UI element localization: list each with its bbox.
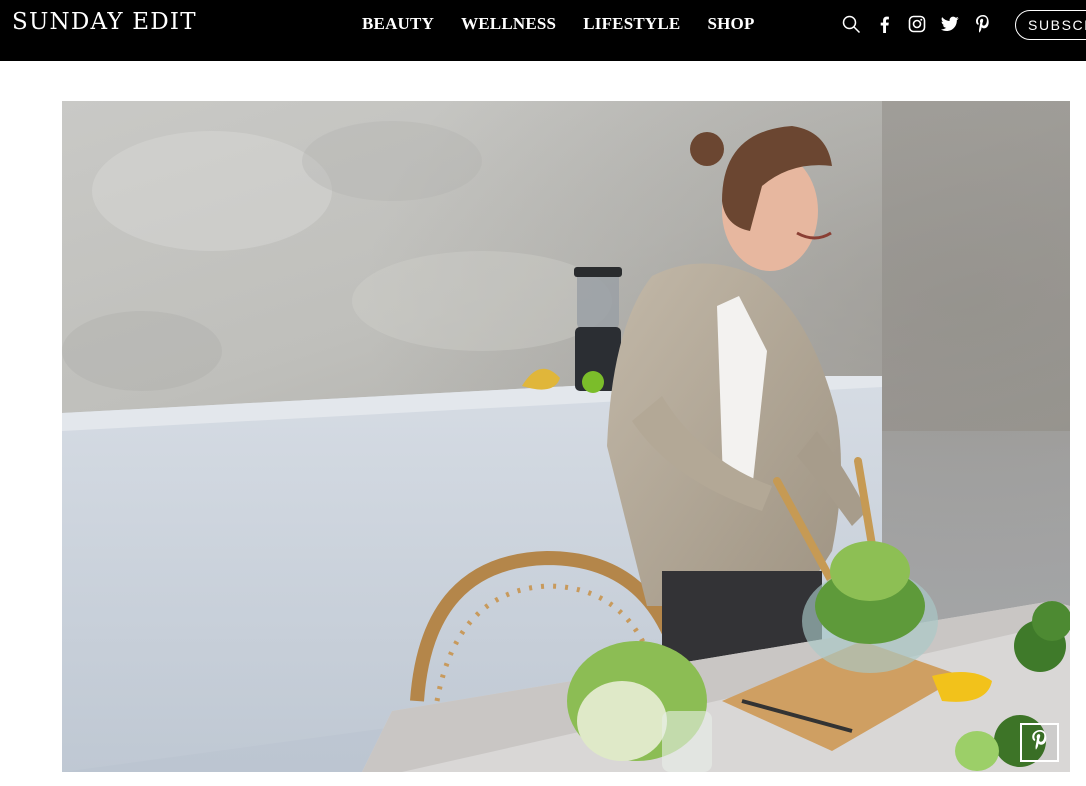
search-icon[interactable] bbox=[841, 13, 861, 35]
nav-beauty[interactable]: BEAUTY bbox=[362, 14, 434, 34]
subscribe-button[interactable]: SUBSCRIBE bbox=[1015, 10, 1086, 40]
hero-image bbox=[62, 101, 1070, 772]
instagram-icon[interactable] bbox=[907, 13, 927, 35]
pin-it-button[interactable] bbox=[1020, 723, 1059, 762]
nav-wellness[interactable]: WELLNESS bbox=[461, 14, 556, 34]
hero-photo-illustration bbox=[62, 101, 1070, 772]
nav-shop[interactable]: SHOP bbox=[707, 14, 754, 34]
pinterest-save-icon bbox=[1031, 730, 1048, 755]
nav-lifestyle[interactable]: LIFESTYLE bbox=[583, 14, 680, 34]
pinterest-icon[interactable] bbox=[973, 13, 993, 35]
main-nav: BEAUTY WELLNESS LIFESTYLE SHOP bbox=[362, 14, 755, 34]
header-icon-group bbox=[841, 13, 993, 35]
twitter-icon[interactable] bbox=[940, 13, 960, 35]
site-logo[interactable]: SUNDAY EDIT bbox=[12, 9, 197, 35]
facebook-icon[interactable] bbox=[874, 13, 894, 35]
site-header: SUNDAY EDIT BEAUTY WELLNESS LIFESTYLE SH… bbox=[0, 0, 1086, 61]
